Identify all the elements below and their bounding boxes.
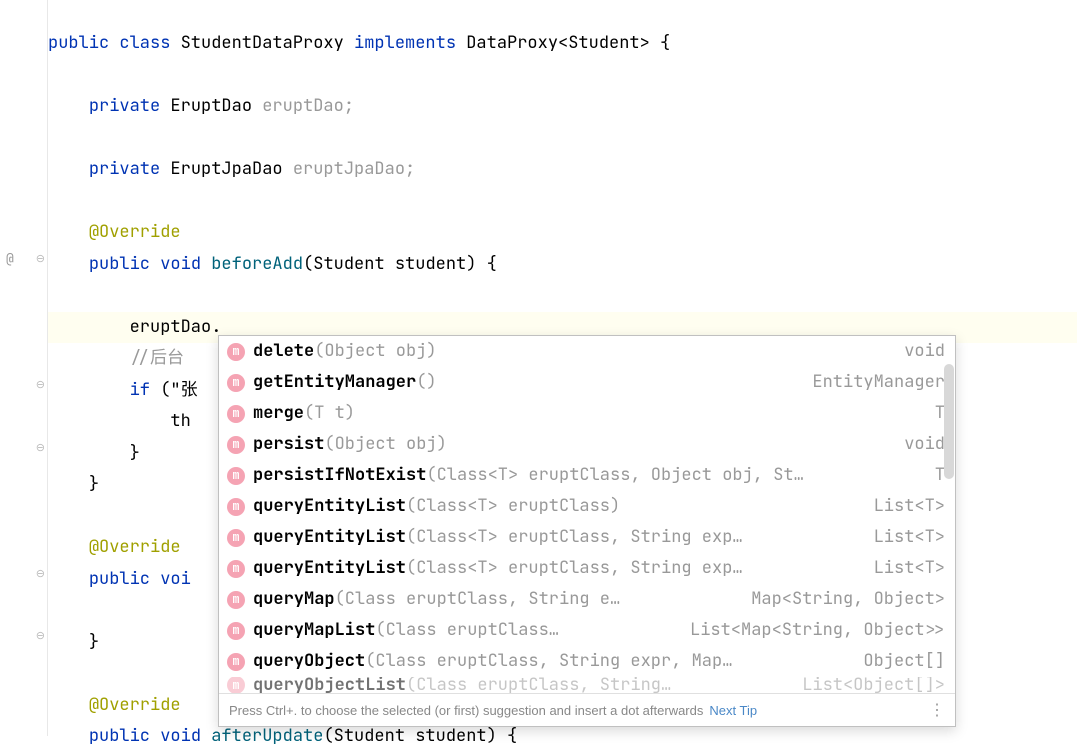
completion-item[interactable]: m persistIfNotExist(Class<T> eruptClass, … — [219, 460, 955, 491]
completion-list: m delete(Object obj) void m getEntityManager… — [219, 336, 955, 693]
completion-footer: Press Ctrl+. to choose the selected (or … — [219, 693, 955, 726]
completion-return-type: List<Map<String, Object>> — [690, 618, 945, 643]
completion-signature: queryMapList(Class eruptClass… — [253, 618, 559, 643]
completion-signature: queryEntityList(Class<T> eruptClass, Str… — [253, 556, 743, 581]
gutter: @ ⊖ ⊖ ⊖ ⊖ ⊖ — [0, 0, 48, 736]
completion-signature: queryMap(Class eruptClass, String e… — [253, 587, 620, 612]
next-tip-link[interactable]: Next Tip — [709, 703, 757, 718]
method-icon: m — [227, 560, 245, 578]
completion-item[interactable]: m queryMapList(Class eruptClass… List<Map<… — [219, 615, 955, 646]
more-options-icon[interactable]: ⋮ — [929, 700, 945, 720]
completion-signature: delete(Object obj) — [253, 339, 437, 364]
completion-hint-text: Press Ctrl+. to choose the selected (or … — [229, 703, 703, 718]
completion-return-type: Map<String, Object> — [751, 587, 945, 612]
completion-item[interactable]: m persist(Object obj) void — [219, 429, 955, 460]
completion-item[interactable]: m getEntityManager() EntityManager — [219, 367, 955, 398]
completion-signature: merge(T t) — [253, 401, 355, 426]
completion-signature: persist(Object obj) — [253, 432, 447, 457]
completion-item[interactable]: m queryMap(Class eruptClass, String e… Map… — [219, 584, 955, 615]
method-icon: m — [227, 405, 245, 423]
completion-return-type: List<Object[]> — [802, 677, 945, 693]
completion-signature: queryEntityList(Class<T> eruptClass, Str… — [253, 525, 743, 550]
code-completion-popup[interactable]: m delete(Object obj) void m getEntityManager… — [218, 335, 956, 727]
scrollbar-thumb[interactable] — [944, 364, 954, 479]
method-icon: m — [227, 374, 245, 392]
completion-item[interactable]: m queryEntityList(Class<T> eruptClass, St… — [219, 522, 955, 553]
method-icon: m — [227, 653, 245, 671]
method-icon: m — [227, 467, 245, 485]
completion-signature: queryObjectList(Class eruptClass, String… — [253, 677, 671, 693]
fold-icon[interactable]: ⊖ — [36, 378, 45, 392]
method-icon: m — [227, 529, 245, 547]
completion-signature: queryEntityList(Class<T> eruptClass) — [253, 494, 620, 519]
completion-item[interactable]: m queryObject(Class eruptClass, String ex… — [219, 646, 955, 677]
method-icon: m — [227, 498, 245, 516]
completion-signature: queryObject(Class eruptClass, String exp… — [253, 649, 732, 674]
fold-icon[interactable]: ⊖ — [36, 252, 45, 266]
method-icon: m — [227, 591, 245, 609]
fold-icon[interactable]: ⊖ — [36, 441, 45, 455]
fold-icon[interactable]: ⊖ — [36, 567, 45, 581]
completion-signature: getEntityManager() — [253, 370, 437, 395]
completion-return-type: List<T> — [874, 556, 945, 581]
method-icon: m — [227, 622, 245, 640]
completion-return-type: List<T> — [874, 494, 945, 519]
completion-item[interactable]: m queryEntityList(Class<T> eruptClass) Lis… — [219, 491, 955, 522]
completion-item[interactable]: m delete(Object obj) void — [219, 336, 955, 367]
method-icon: m — [227, 436, 245, 454]
completion-return-type: List<T> — [874, 525, 945, 550]
completion-return-type: EntityManager — [812, 370, 945, 395]
completion-item[interactable]: m queryObjectList(Class eruptClass, Strin… — [219, 677, 955, 693]
completion-return-type: void — [904, 339, 945, 364]
completion-signature: persistIfNotExist(Class<T> eruptClass, O… — [253, 463, 804, 488]
method-icon: m — [227, 343, 245, 361]
popup-scrollbar[interactable] — [943, 336, 955, 694]
completion-item[interactable]: m queryEntityList(Class<T> eruptClass, St… — [219, 553, 955, 584]
completion-return-type: Object[] — [863, 649, 945, 674]
method-icon: m — [227, 677, 245, 693]
completion-return-type: void — [904, 432, 945, 457]
completion-item[interactable]: mmerge(T t)T — [219, 398, 955, 429]
override-gutter-icon[interactable]: @ — [6, 250, 14, 267]
fold-icon[interactable]: ⊖ — [36, 629, 45, 643]
